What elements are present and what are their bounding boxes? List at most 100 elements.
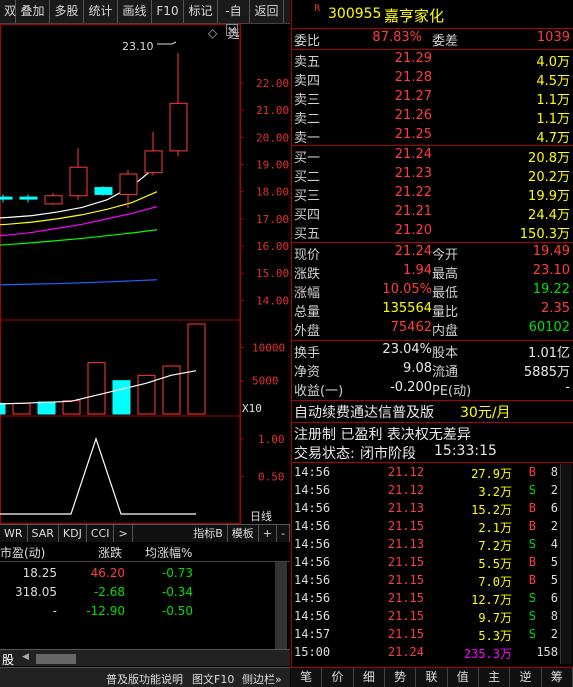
- ask-price: 21.28: [394, 70, 432, 85]
- tick-bs: S: [528, 483, 536, 497]
- indicator-tab-0[interactable]: WR: [0, 525, 28, 542]
- candle-body: [169, 102, 188, 152]
- weibi-row: 委比 87.83% 委差 1039: [292, 30, 573, 49]
- indicator-tab-1[interactable]: SAR: [28, 525, 59, 542]
- indicator-right-tab-1[interactable]: 模板: [228, 525, 259, 542]
- sector-table-row[interactable]: 18.25 46.20 -0.73: [0, 564, 275, 583]
- tick-count: 2: [550, 483, 558, 497]
- tick-volume: 5.3万: [478, 629, 512, 643]
- tb-back-button[interactable]: 返回: [250, 0, 284, 23]
- tick-count: 6: [550, 591, 558, 605]
- stat-label2: 内盘: [432, 324, 459, 339]
- tick-count: 8: [550, 465, 558, 479]
- tick-bs: S: [528, 627, 536, 641]
- tb-draw-button[interactable]: 画线: [118, 0, 152, 23]
- tick-time: 14:56: [294, 591, 331, 605]
- detail-tab-4[interactable]: 联: [416, 668, 448, 687]
- stat-value2: 23.10: [532, 263, 570, 278]
- tb-watchlist-button[interactable]: -自选: [218, 0, 250, 41]
- chart-close-icon[interactable]: ×: [226, 24, 238, 36]
- tick-time: 14:57: [294, 627, 331, 641]
- sector-table-scrollbar[interactable]: [275, 562, 287, 650]
- cell-avg: -0.34: [161, 585, 193, 599]
- detail-tab-6[interactable]: 主: [479, 668, 511, 687]
- tick-scrollbar[interactable]: [560, 464, 572, 664]
- fin-value: -0.200: [390, 380, 432, 395]
- indicator-right-tab-2[interactable]: +: [259, 525, 278, 542]
- bid-volume: 150.3万: [519, 227, 570, 242]
- detail-tab-5[interactable]: 值: [448, 668, 479, 687]
- header-chg: 涨跌: [98, 546, 123, 560]
- sector-table-header: 市盈(动) 涨跌 均涨幅%: [0, 542, 290, 562]
- tick-row: 14:56 21.12 27.9万 B 8: [292, 464, 573, 482]
- tick-price: 21.15: [387, 591, 424, 605]
- tick-time: 14:56: [294, 501, 331, 515]
- y-tick-label: 16.00: [256, 240, 289, 253]
- scroll-left-icon[interactable]: ◀: [22, 652, 29, 662]
- bid-price: 21.23: [394, 166, 432, 181]
- tick-time: 14:56: [294, 519, 331, 533]
- volume-bar: [37, 401, 56, 415]
- tb-stats-button[interactable]: 统计: [84, 0, 118, 23]
- fin-value2: -: [565, 380, 570, 395]
- weibi-label: 委比: [294, 34, 321, 49]
- sector-table-row[interactable]: - -12.90 -0.50: [0, 602, 275, 621]
- sector-table-row[interactable]: 318.05 -2.68 -0.34: [0, 583, 275, 602]
- chart-gear-icon[interactable]: ◇: [208, 26, 217, 40]
- detail-tab-3[interactable]: 势: [385, 668, 417, 687]
- status-f10-link[interactable]: 图文F10: [192, 671, 234, 687]
- bid-volume: 20.8万: [528, 151, 570, 166]
- horizontal-scrollbar[interactable]: [36, 654, 76, 664]
- stat-value2: 60102: [528, 320, 570, 335]
- tb-double-button[interactable]: 双: [0, 0, 16, 23]
- promo-text[interactable]: 自动续费通达信普及版: [294, 402, 434, 422]
- stat-value: 21.24: [394, 244, 432, 259]
- tick-time: 14:56: [294, 573, 331, 587]
- fin-value: 9.08: [403, 361, 432, 376]
- detail-tab-7[interactable]: 逆: [510, 668, 542, 687]
- ask-price: 21.25: [394, 127, 432, 142]
- ask-row: 卖二 21.26 1.1万: [292, 108, 573, 127]
- promo-price[interactable]: 30元/月: [460, 402, 511, 422]
- detail-tab-2[interactable]: 细: [354, 668, 385, 687]
- status-help-link[interactable]: 普及版功能说明: [106, 671, 183, 687]
- detail-tab-8[interactable]: 筹: [542, 668, 573, 687]
- indicator-right-tab-3[interactable]: -: [277, 525, 290, 542]
- y-tick-label: 17.00: [256, 213, 289, 226]
- tb-mark-button[interactable]: 标记: [184, 0, 218, 23]
- promo-row[interactable]: 自动续费通达信普及版 30元/月: [292, 402, 573, 421]
- status-sidebar-toggle[interactable]: 侧边栏»: [242, 671, 282, 687]
- tick-count: 5: [550, 555, 558, 569]
- tick-time: 14:56: [294, 465, 331, 479]
- indicator-tab-3[interactable]: CCI: [87, 525, 115, 542]
- chart-toolbar: 双叠加 多股 统计 画线 F10 标记 -自选 返回: [0, 0, 290, 41]
- bottom-tab-stock[interactable]: 股: [2, 651, 14, 668]
- indicator-right-tab-0[interactable]: 指标B: [189, 525, 228, 542]
- fin-label2: PE(动): [432, 384, 472, 399]
- trade-status: 闭市阶段: [360, 446, 416, 462]
- volume-bar: [87, 362, 106, 415]
- y-tick-label: 5000: [252, 375, 279, 388]
- tick-bs: S: [528, 591, 536, 605]
- detail-tab-0[interactable]: 笔: [291, 668, 323, 687]
- stat-label: 涨幅: [294, 286, 321, 301]
- stock-name: 嘉亨家化: [384, 7, 445, 25]
- tb-f10-button[interactable]: F10: [152, 0, 184, 23]
- indicator-tab-4[interactable]: >: [114, 525, 133, 542]
- tick-bs: B: [528, 573, 536, 587]
- stat-row: 涨幅 10.05% 最低 19.22: [292, 282, 573, 301]
- peak-arrow: [171, 41, 177, 45]
- tick-price: 21.15: [387, 627, 424, 641]
- chart-border: [0, 24, 241, 524]
- stat-value: 135564: [382, 301, 432, 316]
- tick-volume: 235.3万: [463, 647, 512, 661]
- tb-multi-button[interactable]: 多股: [50, 0, 84, 23]
- indicator-tab-2[interactable]: KDJ: [59, 525, 87, 542]
- tick-row: 14:56 21.15 9.7万 S 8: [292, 608, 573, 626]
- detail-tab-1[interactable]: 价: [322, 668, 354, 687]
- tick-count: 5: [550, 573, 558, 587]
- bid-price: 21.24: [394, 147, 432, 162]
- tick-row: 14:56 21.13 7.2万 S 4: [292, 536, 573, 554]
- ask-price: 21.29: [394, 51, 432, 66]
- tb-overlay-button[interactable]: 叠加: [16, 0, 50, 23]
